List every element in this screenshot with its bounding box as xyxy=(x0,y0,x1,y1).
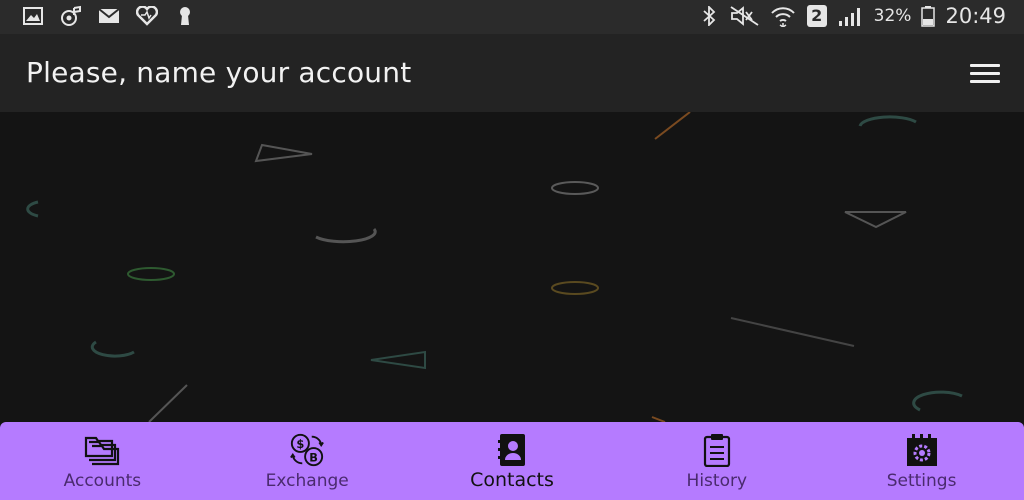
nav-settings[interactable]: Settings xyxy=(819,422,1024,500)
mail-icon xyxy=(98,5,120,27)
nav-label-exchange: Exchange xyxy=(265,471,349,491)
keyhole-icon xyxy=(174,5,196,27)
status-left-icons xyxy=(22,5,196,27)
heart-icon xyxy=(136,5,158,27)
nav-contacts[interactable]: Contacts xyxy=(410,422,615,500)
nav-label-history: History xyxy=(686,471,748,491)
app-bar: Please, name your account xyxy=(0,34,1024,112)
nav-history[interactable]: History xyxy=(614,422,819,500)
nav-label-contacts: Contacts xyxy=(470,469,554,491)
calendar-gear-icon xyxy=(904,432,940,468)
decorative-background xyxy=(0,112,1024,422)
battery-percent: 32% xyxy=(873,6,912,26)
signal-icon xyxy=(838,5,864,27)
currency-exchange-icon: $ B xyxy=(289,432,325,468)
page-title: Please, name your account xyxy=(26,56,412,89)
clipboard-icon xyxy=(699,432,735,468)
svg-text:$: $ xyxy=(297,437,305,451)
music-icon xyxy=(60,5,82,27)
folders-icon xyxy=(84,432,120,468)
hamburger-menu-button[interactable] xyxy=(970,64,1000,84)
clock: 20:49 xyxy=(945,4,1006,28)
wifi-icon xyxy=(770,5,796,27)
status-bar: 2 32% 20:49 xyxy=(0,0,1024,34)
decorative-shapes xyxy=(26,112,963,422)
bottom-navigation: Accounts $ B Exchange Contacts History Se… xyxy=(0,422,1024,500)
sim-badge: 2 xyxy=(806,5,827,27)
svg-text:B: B xyxy=(309,450,318,464)
bluetooth-icon xyxy=(698,5,720,27)
mute-icon xyxy=(730,5,760,27)
nav-label-accounts: Accounts xyxy=(63,471,142,491)
battery-icon xyxy=(921,5,936,27)
nav-label-settings: Settings xyxy=(886,471,957,491)
image-icon xyxy=(22,5,44,27)
status-right-icons: 2 32% 20:49 xyxy=(698,4,1006,28)
contact-book-icon xyxy=(494,432,530,468)
hamburger-icon xyxy=(970,64,1000,67)
nav-exchange[interactable]: $ B Exchange xyxy=(205,422,410,500)
sim-icon: 2 xyxy=(806,5,828,27)
nav-accounts[interactable]: Accounts xyxy=(0,422,205,500)
